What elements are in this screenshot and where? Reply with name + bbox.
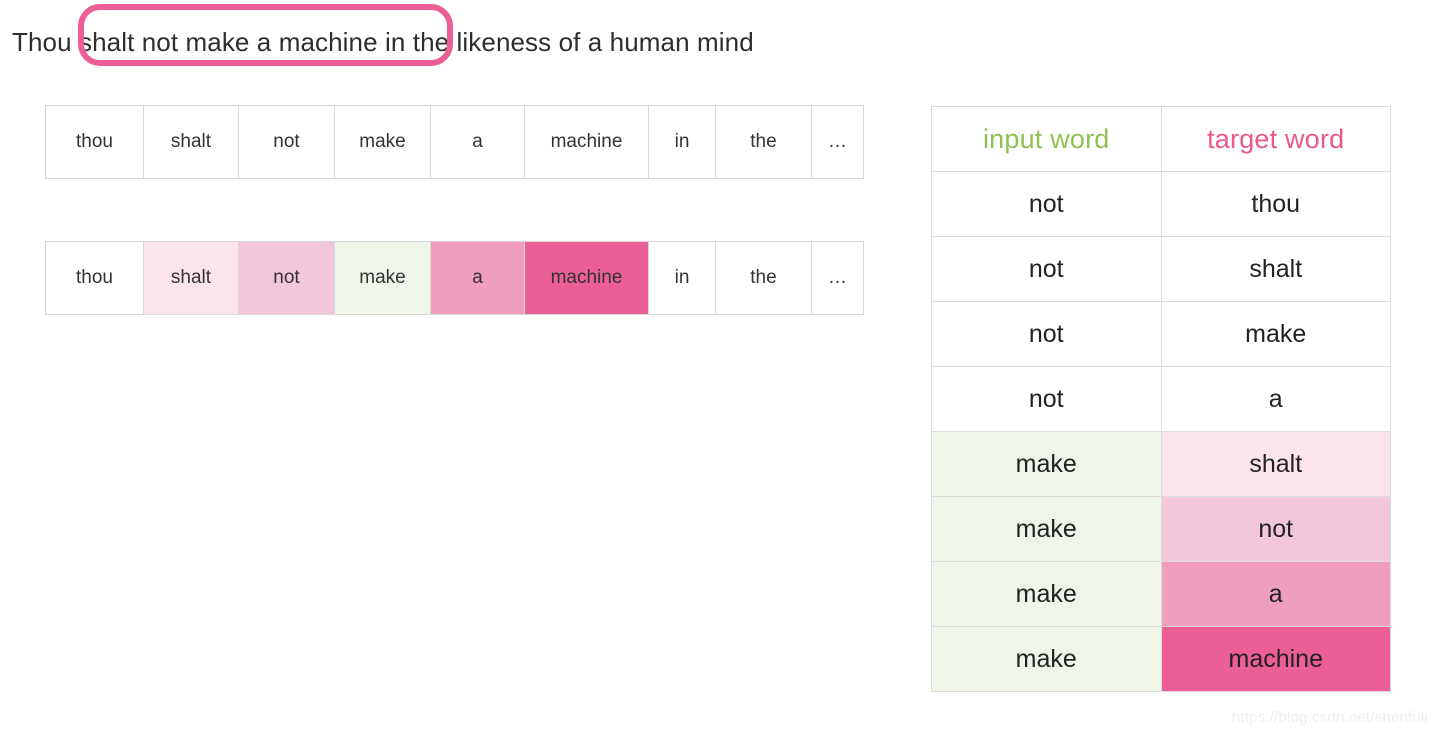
sentence-highlighted-words: shalt not make a machine [79, 27, 385, 57]
word-cell: not [239, 242, 335, 314]
word-strip-colored: thou shalt not make a machine in the… [45, 241, 864, 315]
cell-input-word: make [931, 561, 1162, 627]
sentence-before: Thou [12, 27, 79, 57]
cell-input-word: make [931, 431, 1162, 497]
word-cell: machine [525, 106, 649, 178]
word-cell: … [812, 242, 863, 314]
cell-input-word: not [931, 236, 1162, 302]
word-cell: … [812, 106, 863, 178]
table-body: not thou not shalt not make not a make shalt make n… [931, 171, 1391, 692]
word-cell: a [431, 106, 525, 178]
cell-input-word: not [931, 301, 1162, 367]
cell-target-word: shalt [1160, 431, 1391, 497]
cell-target-word: shalt [1160, 236, 1391, 302]
table-row: make machine [931, 626, 1391, 692]
column-header-target-word: target word [1160, 106, 1391, 172]
sentence-after: in the likeness of a human mind [385, 27, 754, 57]
table-row: make a [931, 561, 1391, 627]
cell-target-word: a [1160, 366, 1391, 432]
table-row: not a [931, 366, 1391, 432]
word-cell: not [239, 106, 335, 178]
table-row: not thou [931, 171, 1391, 237]
word-cell: the [716, 242, 812, 314]
cell-input-word: make [931, 626, 1162, 692]
word-cell: thou [46, 242, 144, 314]
table-header: input word target word [931, 106, 1391, 172]
cell-target-word: machine [1160, 626, 1391, 692]
word-cell: shalt [144, 106, 239, 178]
table-row: not shalt [931, 236, 1391, 302]
word-cell: thou [46, 106, 144, 178]
word-cell: machine [525, 242, 649, 314]
cell-target-word: a [1160, 561, 1391, 627]
word-cell: shalt [144, 242, 239, 314]
word-cell: make [335, 106, 431, 178]
column-header-input-word: input word [931, 106, 1162, 172]
cell-input-word: not [931, 366, 1162, 432]
word-cell: make [335, 242, 431, 314]
word-cell: in [649, 106, 716, 178]
cell-input-word: not [931, 171, 1162, 237]
word-cell: a [431, 242, 525, 314]
word-cell: in [649, 242, 716, 314]
watermark: https://blog.csdn.net/shenfuli [1231, 709, 1428, 726]
cell-target-word: thou [1160, 171, 1391, 237]
table-row: make shalt [931, 431, 1391, 497]
cell-target-word: not [1160, 496, 1391, 562]
table-header-row: input word target word [931, 106, 1391, 172]
table-row: not make [931, 301, 1391, 367]
word-strip-plain: thou shalt not make a machine in the… [45, 105, 864, 179]
sentence-area: Thou shalt not make a machine in the lik… [0, 0, 1434, 90]
training-samples-table: input word target word not thou not shalt no… [931, 106, 1391, 692]
word-cell: the [716, 106, 812, 178]
cell-target-word: make [1160, 301, 1391, 367]
sentence-text: Thou shalt not make a machine in the lik… [12, 24, 754, 60]
table-row: make not [931, 496, 1391, 562]
cell-input-word: make [931, 496, 1162, 562]
